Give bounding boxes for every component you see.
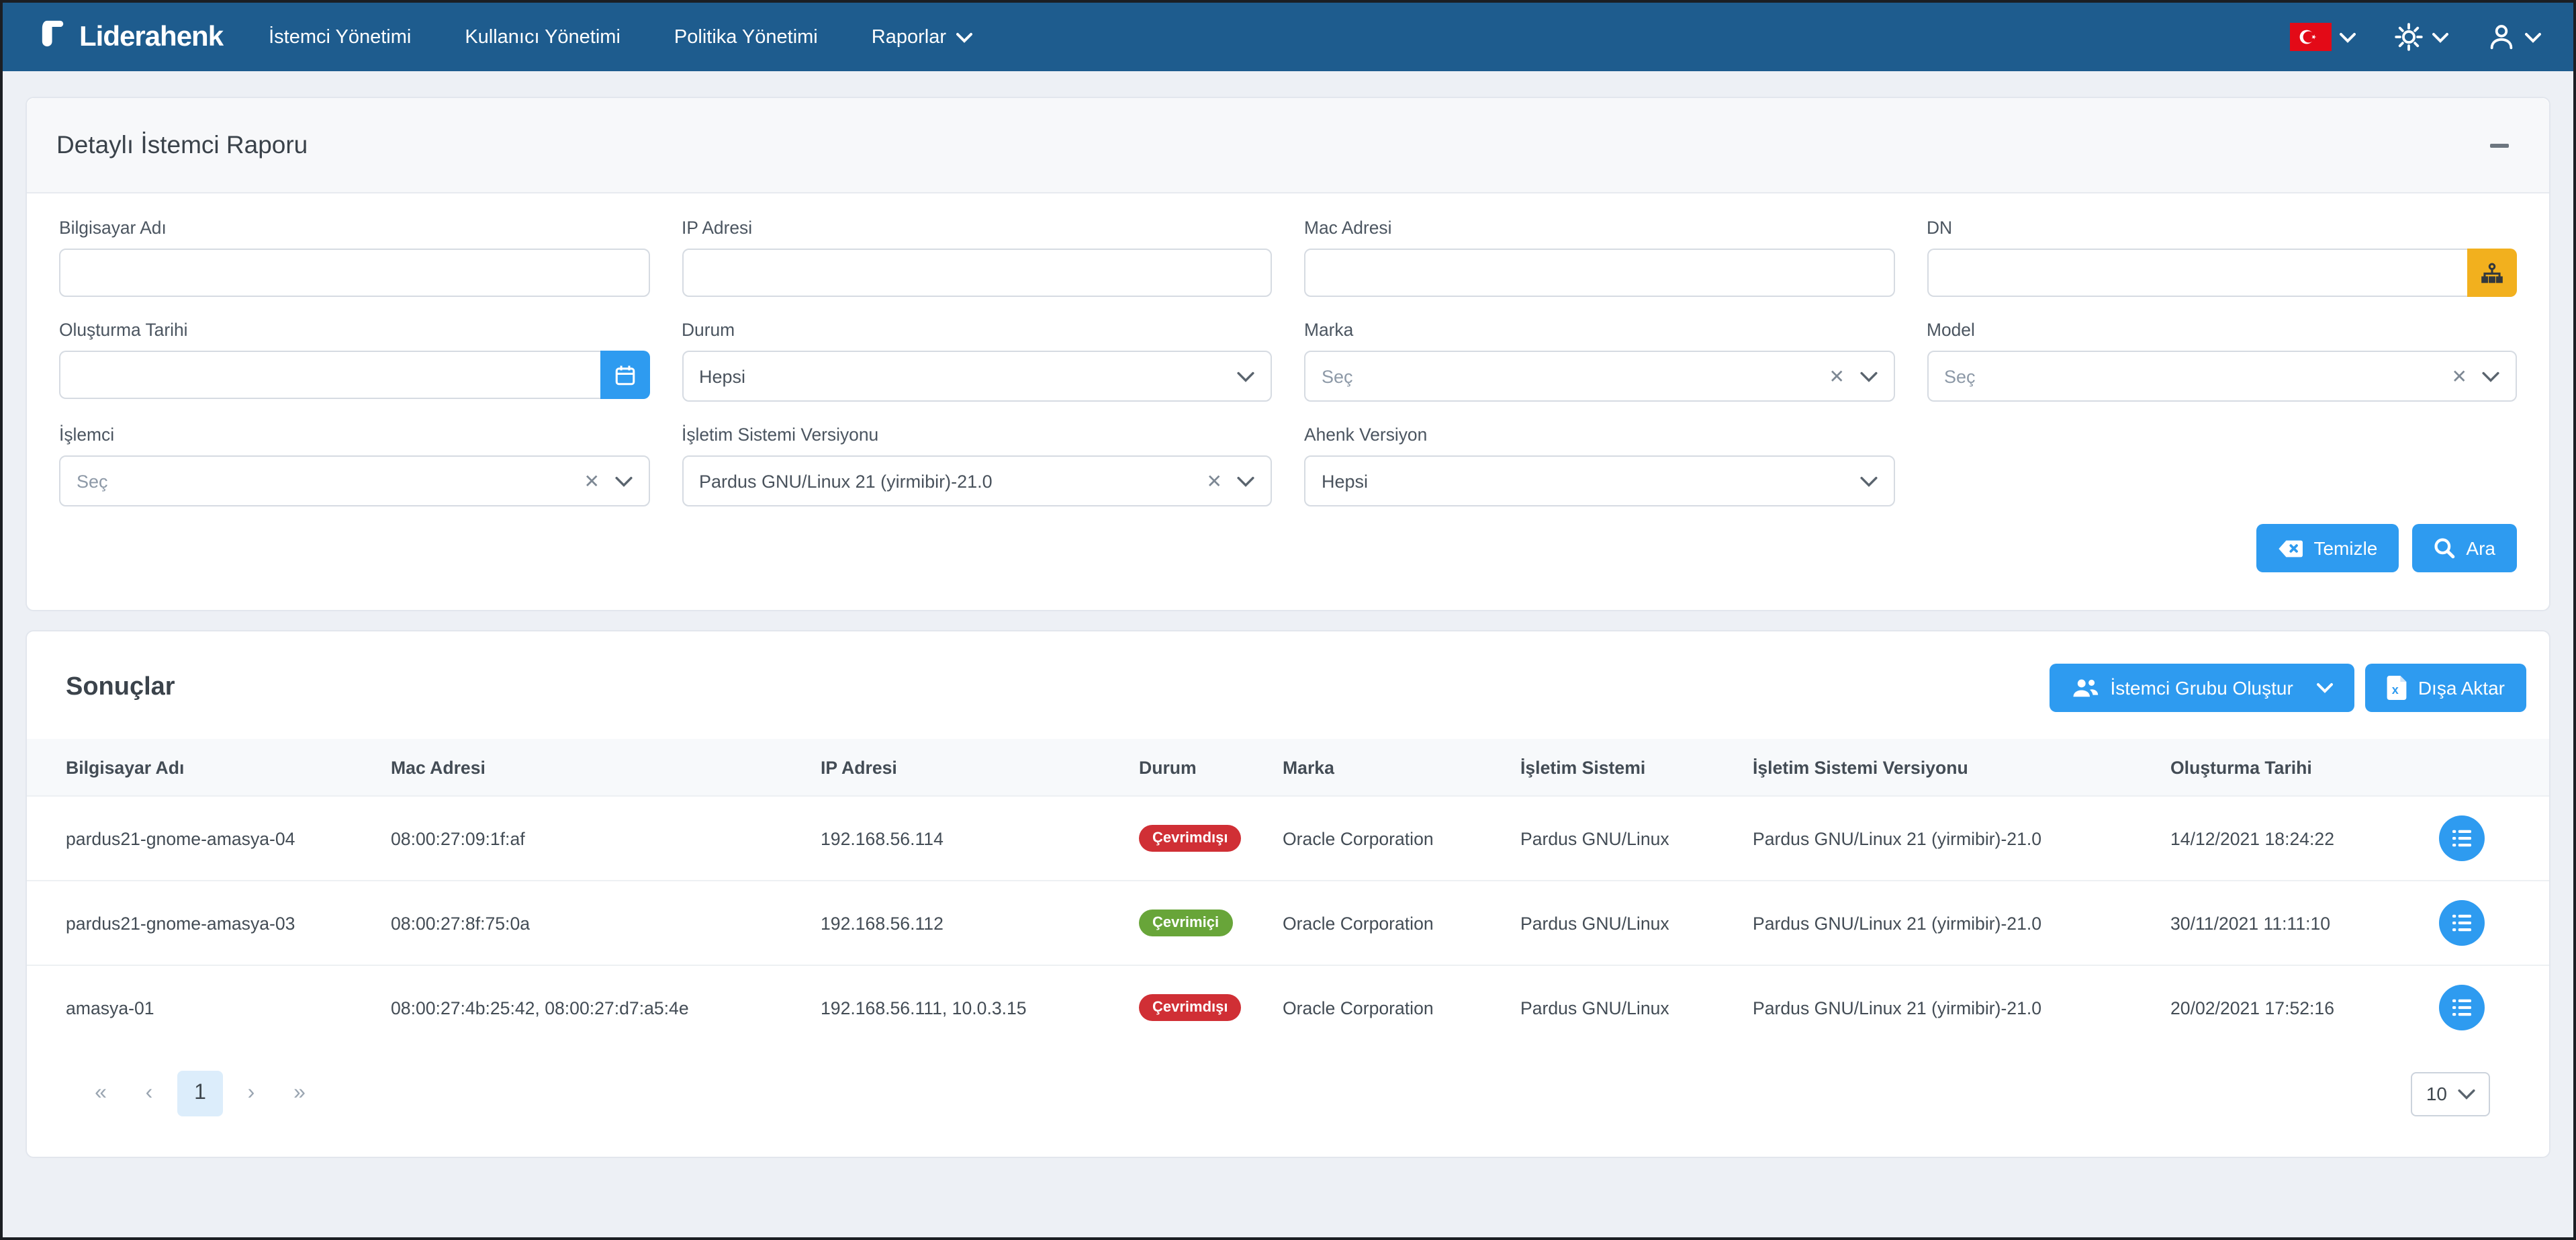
field-model: Model Seç ✕	[1927, 320, 2517, 402]
app-window: Liderahenk İstemci Yönetimi Kullanıcı Yö…	[0, 0, 2576, 1240]
status-badge: Çevrimdışı	[1139, 994, 1242, 1021]
pagination-last-button[interactable]: »	[279, 1071, 320, 1116]
results-title: Sonuçlar	[66, 673, 175, 701]
field-durum: Durum Hepsi	[682, 320, 1272, 402]
language-selector[interactable]	[2290, 23, 2356, 51]
field-dn: DN	[1927, 218, 2517, 297]
clear-icon[interactable]: ✕	[1829, 367, 1845, 386]
excel-file-icon: x	[2387, 676, 2407, 700]
calendar-icon	[614, 365, 635, 385]
field-olusturma-tarihi: Oluşturma Tarihi	[59, 320, 649, 402]
row-actions-button[interactable]	[2439, 815, 2485, 861]
nav-item-kullanici-yonetimi[interactable]: Kullanıcı Yönetimi	[465, 26, 620, 48]
results-table: Bilgisayar Adı Mac Adresi IP Adresi Duru…	[27, 739, 2549, 1049]
ahenk-versiyon-select[interactable]: Hepsi	[1304, 455, 1894, 506]
chevron-down-icon	[2432, 32, 2448, 42]
page-size-select[interactable]: 10	[2411, 1071, 2490, 1116]
chevron-down-icon	[2340, 32, 2356, 42]
liderahenk-logo-icon	[35, 16, 70, 58]
dn-input[interactable]	[1927, 249, 2467, 297]
status-badge: Çevrimdışı	[1139, 825, 1242, 852]
search-icon	[2434, 538, 2455, 559]
dn-tree-picker-button[interactable]	[2467, 249, 2517, 297]
model-select[interactable]: Seç ✕	[1927, 351, 2517, 402]
page-title: Detaylı İstemci Raporu	[56, 130, 308, 159]
user-menu[interactable]	[2486, 21, 2541, 52]
islemci-select[interactable]: Seç ✕	[59, 455, 649, 506]
pagination-next-button[interactable]: ›	[231, 1071, 271, 1116]
pagination-prev-button[interactable]: ‹	[129, 1071, 169, 1116]
svg-text:x: x	[2393, 683, 2399, 697]
field-bilgisayar-adi: Bilgisayar Adı	[59, 218, 649, 297]
date-picker-button[interactable]	[600, 351, 649, 399]
turkish-flag-icon	[2290, 23, 2332, 51]
status-badge: Çevrimiçi	[1139, 910, 1233, 936]
users-icon	[2074, 678, 2099, 697]
field-isletim-sistemi-versiyonu: İşletim Sistemi Versiyonu Pardus GNU/Lin…	[682, 425, 1272, 506]
filter-panel: Detaylı İstemci Raporu Bilgisayar Adı IP…	[26, 97, 2550, 611]
isletim-sistemi-versiyonu-select[interactable]: Pardus GNU/Linux 21 (yirmibir)-21.0 ✕	[682, 455, 1272, 506]
nav-item-politika-yonetimi[interactable]: Politika Yönetimi	[674, 26, 818, 48]
pagination-first-button[interactable]: «	[81, 1071, 121, 1116]
minus-icon	[2490, 143, 2509, 147]
chevron-down-icon	[1859, 371, 1877, 382]
field-ip-adresi: IP Adresi	[682, 218, 1272, 297]
durum-select[interactable]: Hepsi	[682, 351, 1272, 402]
sitemap-icon	[2481, 262, 2503, 283]
chevron-down-icon	[2482, 371, 2499, 382]
nav-item-raporlar[interactable]: Raporlar	[872, 26, 972, 48]
field-islemci: İşlemci Seç ✕	[59, 425, 649, 506]
chevron-down-icon	[1237, 476, 1254, 486]
collapse-panel-button[interactable]	[2482, 128, 2517, 163]
main-menu: İstemci Yönetimi Kullanıcı Yönetimi Poli…	[269, 26, 972, 48]
export-button[interactable]: x Dışa Aktar	[2365, 664, 2526, 712]
brand-name: Liderahenk	[79, 21, 224, 52]
chevron-down-icon	[1237, 371, 1254, 382]
clear-icon[interactable]: ✕	[1207, 472, 1222, 490]
pagination-page-1-button[interactable]: 1	[177, 1071, 223, 1116]
chevron-down-icon	[1859, 476, 1877, 486]
list-icon	[2452, 914, 2471, 932]
clear-button[interactable]: Temizle	[2256, 524, 2399, 572]
backspace-icon	[2278, 539, 2303, 557]
settings-menu[interactable]	[2393, 21, 2448, 52]
navbar-right	[2290, 21, 2541, 52]
mac-adresi-input[interactable]	[1304, 249, 1894, 297]
top-navbar: Liderahenk İstemci Yönetimi Kullanıcı Yö…	[3, 3, 2573, 71]
clear-icon[interactable]: ✕	[584, 472, 600, 490]
pagination: « ‹ 1 › »	[81, 1071, 320, 1116]
marka-select[interactable]: Seç ✕	[1304, 351, 1894, 402]
table-header-row: Bilgisayar Adı Mac Adresi IP Adresi Duru…	[27, 739, 2549, 796]
table-row: pardus21-gnome-amasya-03 08:00:27:8f:75:…	[27, 880, 2549, 965]
user-icon	[2490, 25, 2513, 50]
chevron-down-icon	[614, 476, 632, 486]
gear-icon	[2395, 23, 2423, 51]
field-ahenk-versiyon: Ahenk Versiyon Hepsi	[1304, 425, 1894, 506]
brand[interactable]: Liderahenk	[35, 16, 224, 58]
field-marka: Marka Seç ✕	[1304, 320, 1894, 402]
table-row: amasya-01 08:00:27:4b:25:42, 08:00:27:d7…	[27, 965, 2549, 1049]
filter-panel-header: Detaylı İstemci Raporu	[27, 98, 2549, 193]
bilgisayar-adi-input[interactable]	[59, 249, 649, 297]
list-icon	[2452, 999, 2471, 1016]
search-button[interactable]: Ara	[2412, 524, 2517, 572]
clear-icon[interactable]: ✕	[2452, 367, 2467, 386]
chevron-down-icon	[2317, 683, 2334, 693]
ip-adresi-input[interactable]	[682, 249, 1272, 297]
filter-form: Bilgisayar Adı IP Adresi Mac Adresi DN O…	[27, 193, 2549, 610]
row-actions-button[interactable]	[2439, 985, 2485, 1030]
results-panel: Sonuçlar İstemci Grubu Oluştur x Dışa Ak…	[26, 630, 2550, 1158]
chevron-down-icon	[956, 32, 972, 42]
row-actions-button[interactable]	[2439, 900, 2485, 946]
table-row: pardus21-gnome-amasya-04 08:00:27:09:1f:…	[27, 795, 2549, 881]
create-client-group-button[interactable]: İstemci Grubu Oluştur	[2050, 664, 2355, 712]
olusturma-tarihi-input[interactable]	[59, 351, 600, 399]
list-icon	[2452, 830, 2471, 847]
field-mac-adresi: Mac Adresi	[1304, 218, 1894, 297]
chevron-down-icon	[2525, 32, 2541, 42]
chevron-down-icon	[2458, 1088, 2475, 1099]
nav-item-istemci-yonetimi[interactable]: İstemci Yönetimi	[269, 26, 411, 48]
